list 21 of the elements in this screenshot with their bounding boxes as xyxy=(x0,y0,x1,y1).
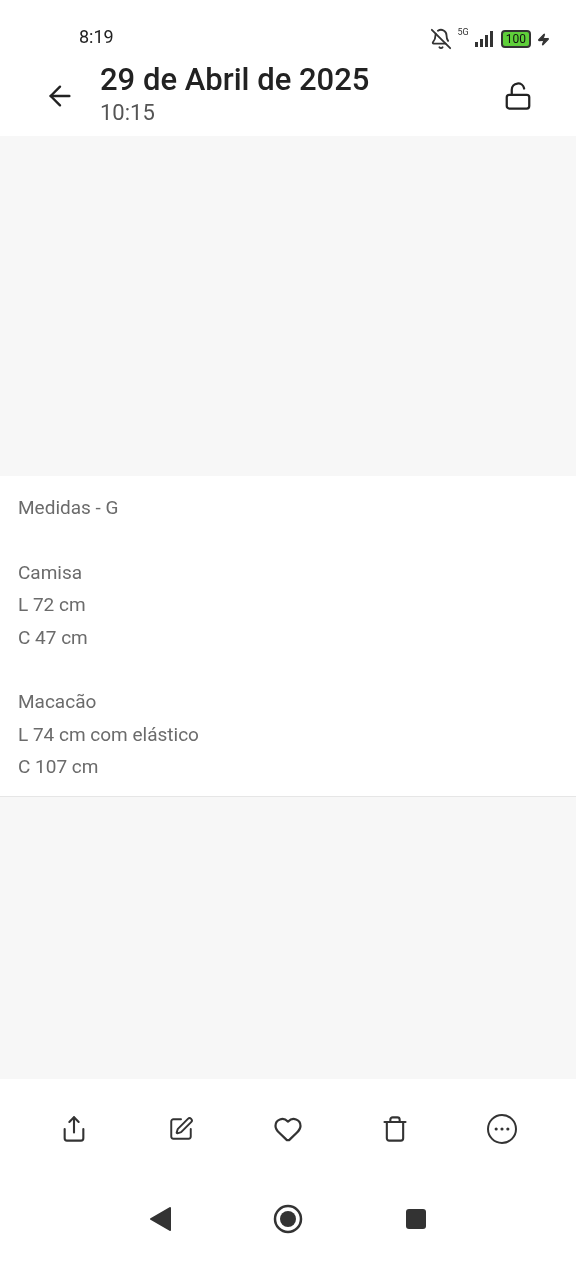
nav-home-button[interactable] xyxy=(272,1203,304,1236)
network-label: 5G xyxy=(457,28,469,37)
more-icon xyxy=(487,1113,518,1144)
battery-indicator: 100 xyxy=(500,30,531,48)
note-line: Macacão xyxy=(18,689,98,715)
note-line: Camisa xyxy=(18,559,84,586)
edit-icon xyxy=(167,1115,194,1142)
nav-recents-button[interactable] xyxy=(404,1207,428,1232)
nav-back-button[interactable] xyxy=(148,1206,172,1233)
note-date: 29 de Abril de 2025 xyxy=(100,61,371,99)
note-line: C 47 cm xyxy=(18,624,89,651)
note-line: Medidas - G xyxy=(18,495,120,521)
note-line: L 74 cm com elástico xyxy=(18,721,200,748)
status-time: 8:19 xyxy=(79,25,114,49)
unlocked-padlock-icon xyxy=(503,81,533,111)
note-line: L 72 cm xyxy=(18,592,87,618)
signal-icon xyxy=(474,31,495,47)
charging-icon xyxy=(537,32,550,46)
note-line: C 107 cm xyxy=(18,754,100,780)
silent-icon xyxy=(429,28,452,50)
note-time: 10:15 xyxy=(100,99,156,127)
